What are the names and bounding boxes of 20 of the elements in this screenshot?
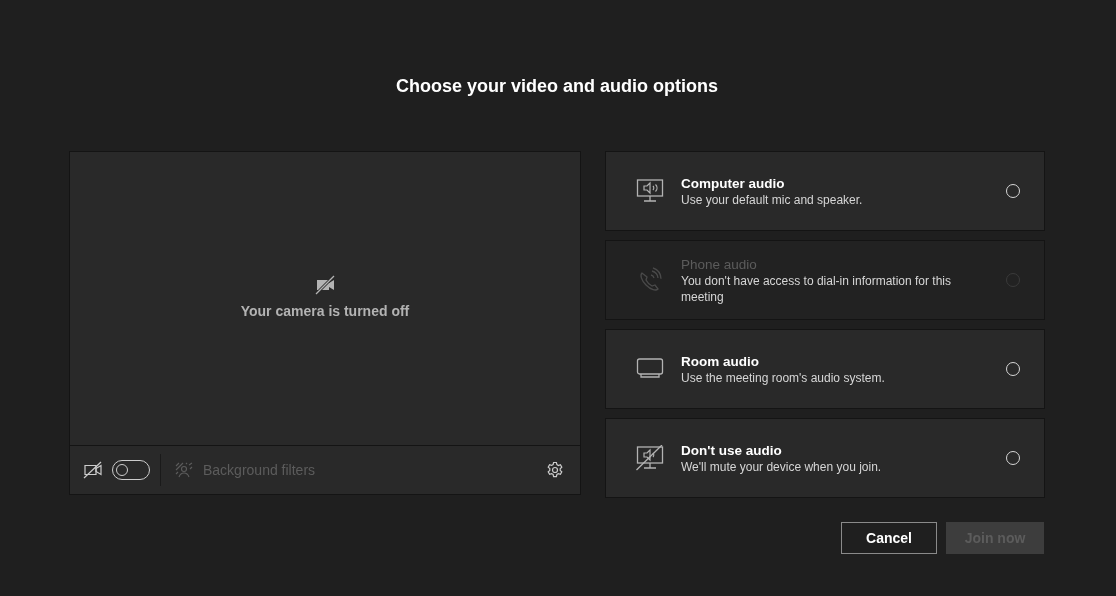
settings-icon[interactable] [546,461,564,479]
option-title: Don't use audio [681,441,783,459]
option-description: We'll mute your device when you join. [681,458,883,475]
audio-option-card[interactable]: Don't use audio We'll mute your device when you join. [605,418,1045,498]
background-filters-icon [175,462,193,478]
audio-option-card[interactable]: Room audio Use the meeting room's audio system. [605,329,1045,409]
option-title: Computer audio [681,174,786,192]
cancel-button[interactable]: Cancel [841,522,937,554]
dialog-title: Choose your video and audio options [395,75,719,98]
muted-monitor-icon [636,445,664,471]
camera-off-icon [83,460,102,480]
monitor-speaker-icon [636,178,664,204]
option-title: Phone audio [681,255,758,273]
camera-off-message: Your camera is turned off [240,303,410,319]
option-description: Use your default mic and speaker. [681,191,864,208]
camera-off-icon [315,275,335,295]
audio-option-card[interactable]: Computer audio Use your default mic and speaker. [605,151,1045,231]
option-description: You don't have access to dial-in information for this meeting [681,272,952,305]
option-description: Use the meeting room's audio system. [681,369,886,386]
option-title: Room audio [681,352,760,370]
